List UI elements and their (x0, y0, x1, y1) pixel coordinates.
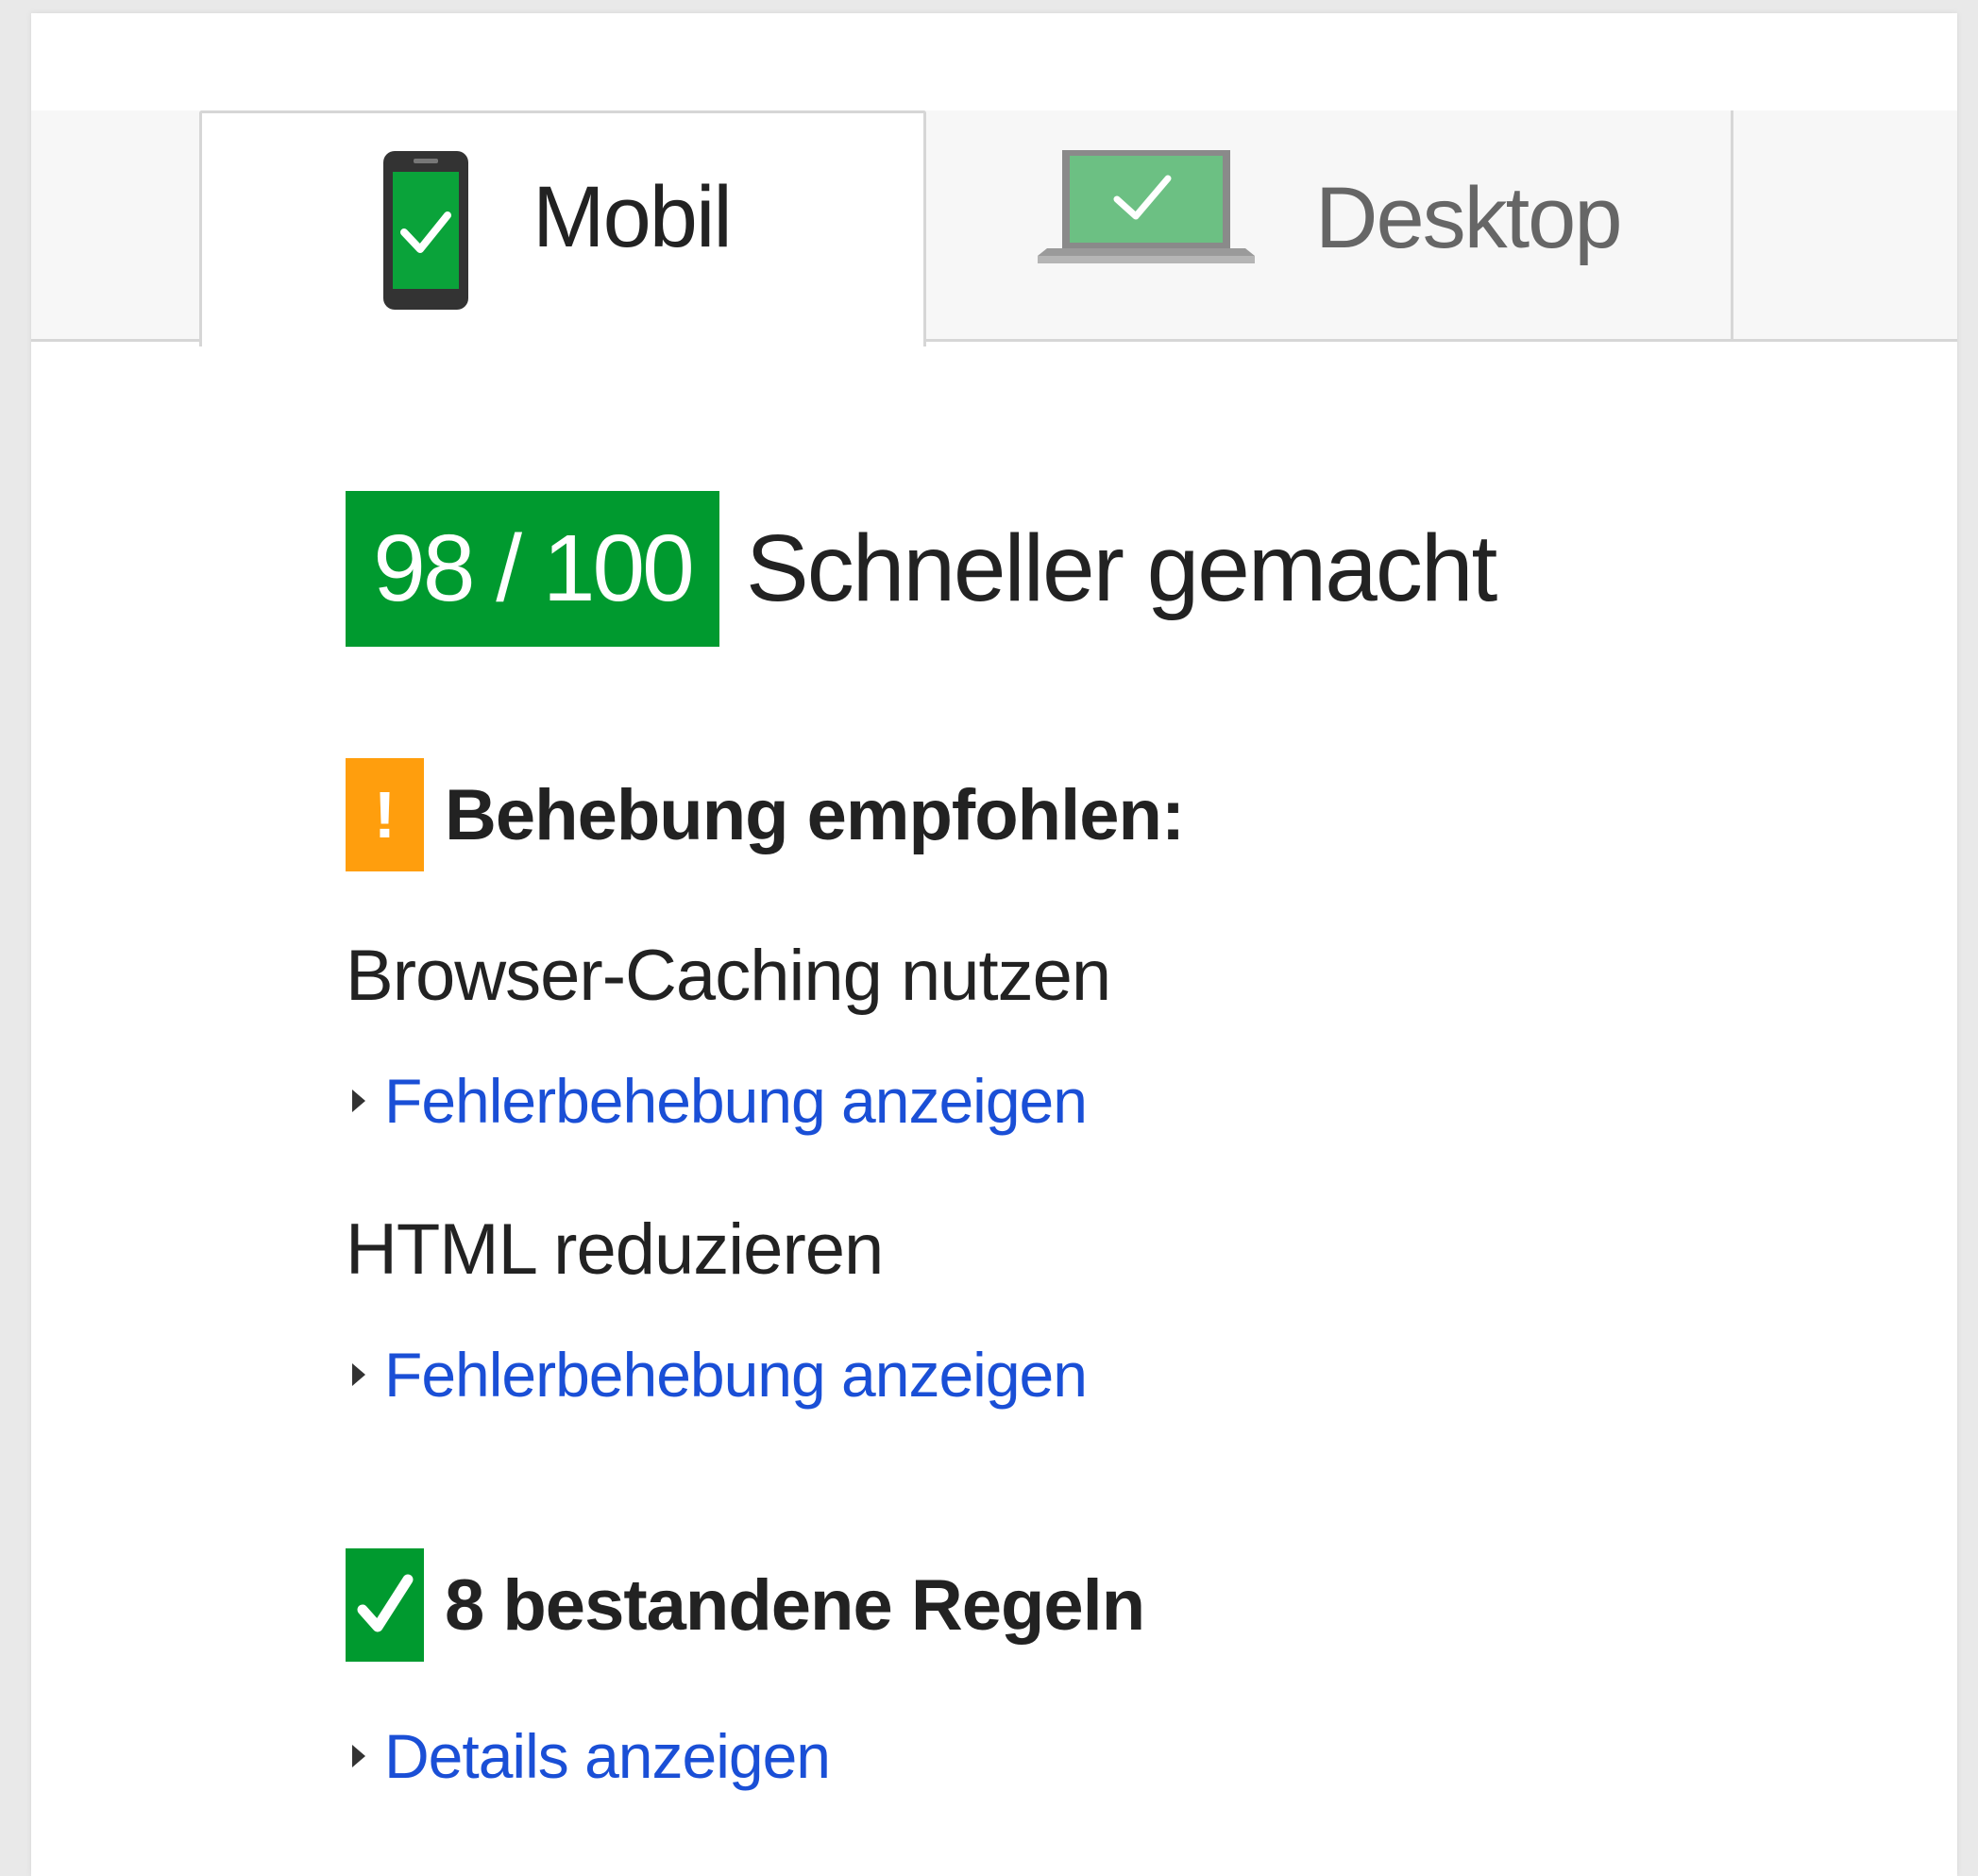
recommended-section-header: ! Behebung empfohlen: (346, 758, 1185, 871)
show-details-link-text: Details anzeigen (384, 1721, 831, 1791)
score-badge: 98 / 100 (346, 491, 719, 647)
expand-triangle-icon (352, 1090, 365, 1112)
score-row: 98 / 100 Schneller gemacht (346, 491, 1497, 647)
show-fix-link-text: Fehlerbehebung anzeigen (384, 1066, 1088, 1136)
passed-section-header: 8 bestandene Regeln (346, 1548, 1145, 1662)
laptop-check-icon (1038, 150, 1255, 263)
show-fix-link-browser-caching[interactable]: Fehlerbehebung anzeigen (352, 1065, 1088, 1137)
show-details-link[interactable]: Details anzeigen (352, 1720, 831, 1792)
warning-icon: ! (346, 758, 424, 871)
rule-name-browser-caching: Browser-Caching nutzen (346, 936, 1111, 1016)
score-label: Schneller gemacht (746, 515, 1497, 621)
tab-mobil[interactable]: Mobil (199, 110, 926, 346)
mobile-phone-check-icon (383, 151, 468, 310)
checkmark-glyph-icon (357, 1574, 413, 1632)
tab-desktop[interactable]: Desktop (926, 110, 1733, 342)
expand-triangle-icon (352, 1745, 365, 1767)
rule-name-minify-html: HTML reduzieren (346, 1209, 884, 1290)
checkmark-icon (346, 1548, 424, 1662)
passed-title: 8 bestandene Regeln (445, 1564, 1145, 1646)
tab-desktop-label: Desktop (1315, 170, 1622, 266)
recommended-title: Behebung empfohlen: (445, 774, 1185, 855)
expand-triangle-icon (352, 1363, 365, 1386)
tab-mobil-label: Mobil (533, 169, 733, 265)
show-fix-link-minify-html[interactable]: Fehlerbehebung anzeigen (352, 1339, 1088, 1411)
show-fix-link-text: Fehlerbehebung anzeigen (384, 1340, 1088, 1410)
